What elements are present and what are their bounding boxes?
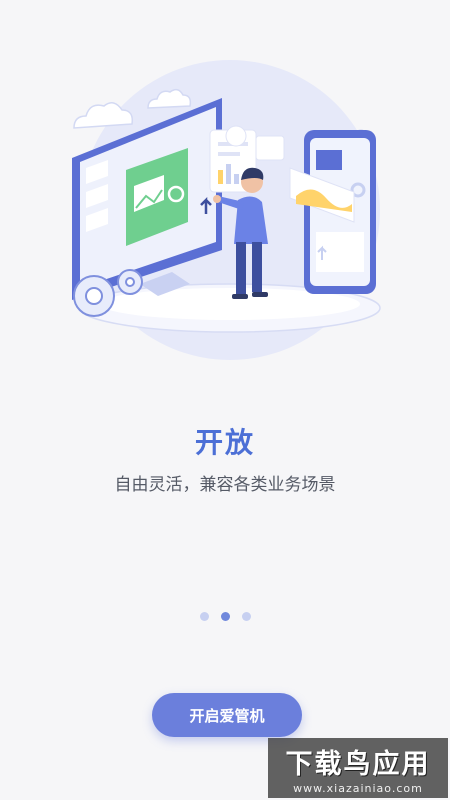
page-title: 开放 (194, 426, 255, 459)
page-dot-active[interactable] (220, 612, 230, 621)
onboarding-screen: 开放 自由灵活，兼容各类业务场景 开启爱管机 下载鸟应用 www.xiazain… (0, 0, 450, 800)
page-dot[interactable] (199, 612, 209, 621)
page-indicator (0, 612, 450, 621)
watermark-text: 下载鸟应用 (285, 748, 431, 780)
watermark: 下载鸟应用 www.xiazainiao.com (268, 738, 448, 798)
onboarding-illustration (72, 60, 381, 360)
watermark-url: www.xiazainiao.com (293, 781, 423, 795)
page-dot[interactable] (241, 612, 251, 621)
page-subtitle: 自由灵活，兼容各类业务场景 (114, 475, 336, 495)
start-button[interactable]: 开启爱管机 (152, 693, 302, 737)
